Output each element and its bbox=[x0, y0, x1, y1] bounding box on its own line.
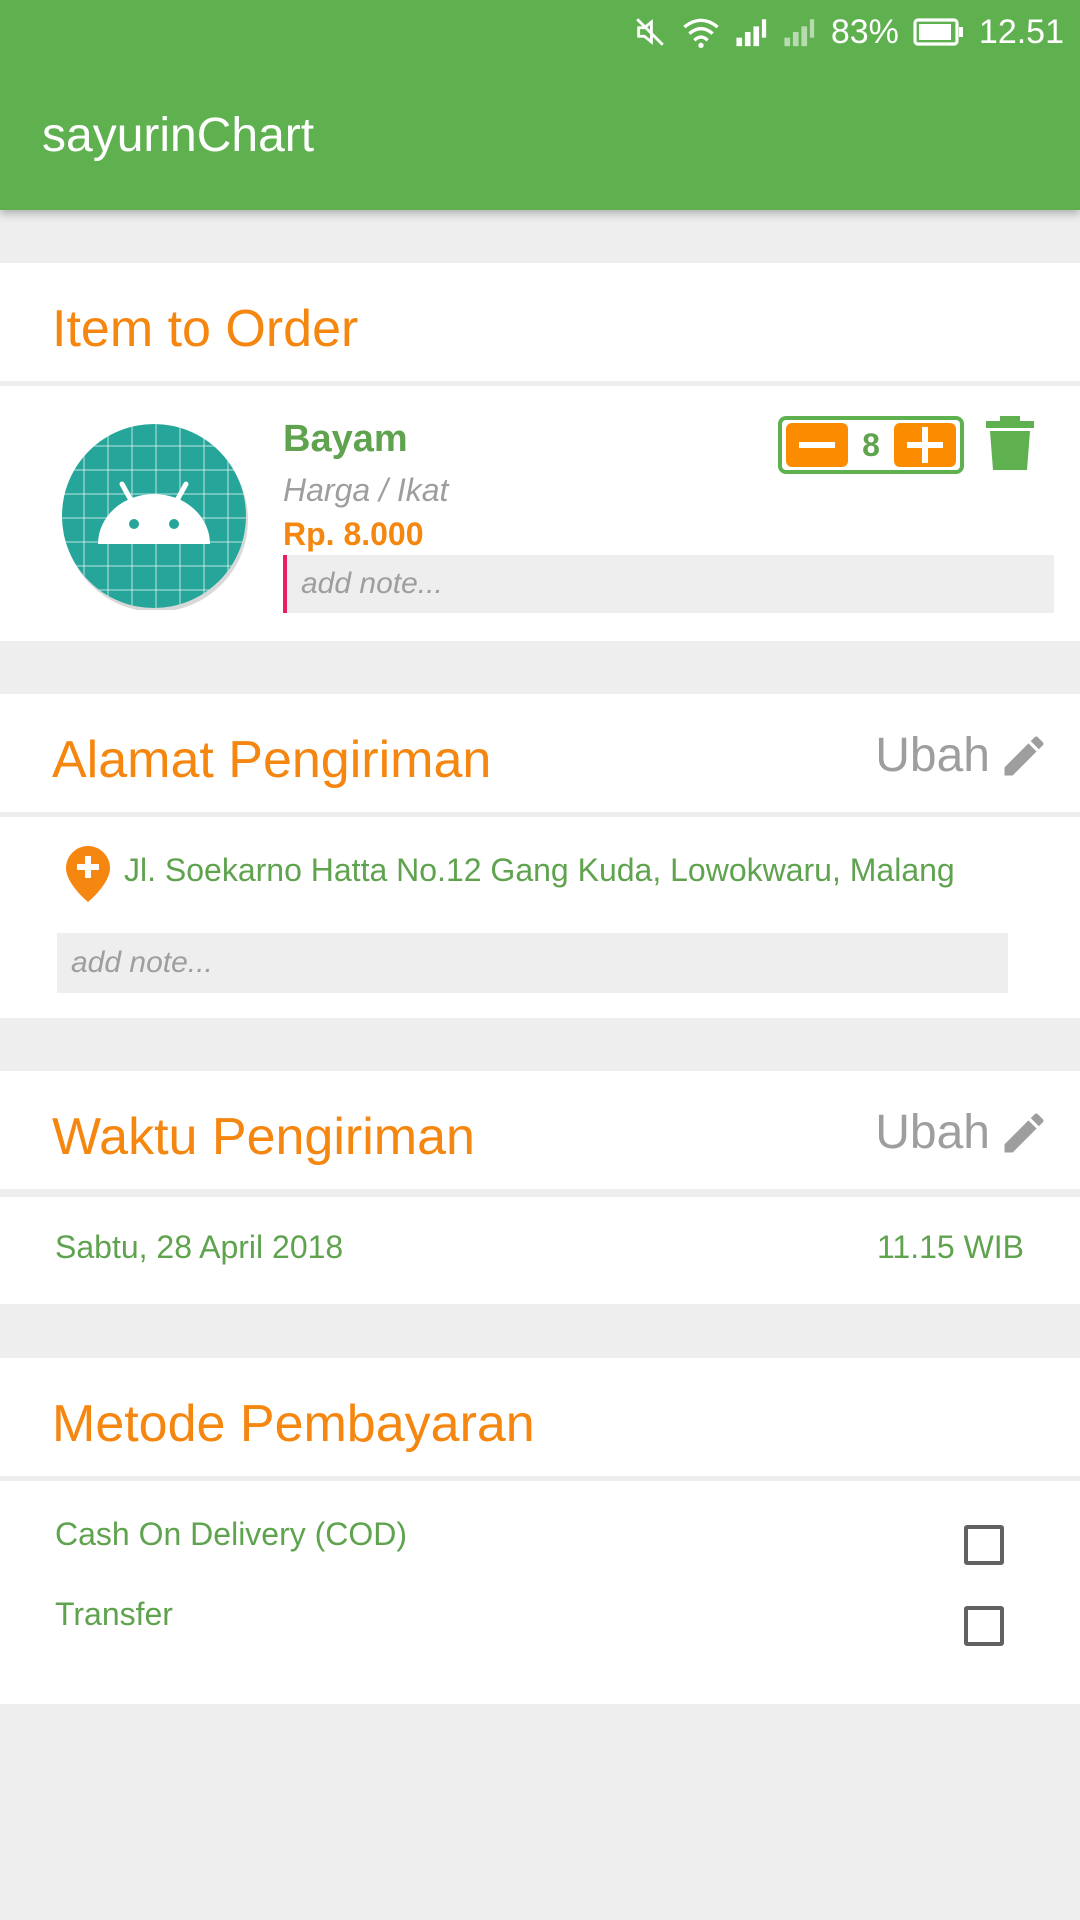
address-section: Alamat Pengiriman Ubah Jl. Soekarno Hatt… bbox=[0, 694, 1080, 1018]
edit-time-label: Ubah bbox=[875, 1106, 990, 1159]
edit-address-button[interactable]: Ubah bbox=[875, 728, 1050, 783]
payment-section-title: Metode Pembayaran bbox=[52, 1395, 535, 1453]
wifi-icon bbox=[681, 15, 721, 49]
product-image bbox=[60, 422, 248, 612]
mute-icon bbox=[633, 15, 667, 49]
item-section-title: Item to Order bbox=[52, 300, 359, 358]
item-price: Rp. 8.000 bbox=[283, 516, 424, 552]
payment-option-transfer-checkbox[interactable] bbox=[964, 1606, 1004, 1646]
delivery-address: Jl. Soekarno Hatta No.12 Gang Kuda, Lowo… bbox=[124, 852, 955, 888]
payment-option-cod-label: Cash On Delivery (COD) bbox=[55, 1516, 408, 1552]
payment-section-header: Metode Pembayaran bbox=[0, 1358, 1080, 1481]
edit-address-label: Ubah bbox=[875, 729, 990, 782]
delete-item-button[interactable] bbox=[984, 416, 1036, 472]
delivery-time-section: Waktu Pengiriman Ubah Sabtu, 28 April 20… bbox=[0, 1071, 1080, 1304]
item-name: Bayam bbox=[283, 418, 408, 460]
status-bar: 83% 12.51 bbox=[633, 10, 1064, 54]
pencil-icon bbox=[1004, 735, 1044, 775]
address-note-input[interactable] bbox=[57, 933, 1008, 993]
item-note-input[interactable] bbox=[283, 555, 1054, 613]
item-section-header: Item to Order bbox=[0, 263, 1080, 386]
trash-icon bbox=[986, 416, 1034, 470]
cart-item: Bayam Harga / Ikat Rp. 8.000 8 bbox=[0, 386, 1080, 641]
delivery-time: 11.15 WIB bbox=[876, 1229, 1024, 1265]
app-title: sayurinChart bbox=[42, 109, 315, 162]
clock: 12.51 bbox=[978, 12, 1064, 51]
payment-option-transfer-label: Transfer bbox=[55, 1596, 173, 1632]
location-pin-icon bbox=[66, 846, 110, 902]
signal-icon bbox=[735, 17, 769, 47]
pencil-icon bbox=[1004, 1112, 1044, 1152]
battery-percent: 83% bbox=[830, 12, 899, 51]
quantity-value: 8 bbox=[862, 426, 880, 463]
delivery-time-title: Waktu Pengiriman bbox=[52, 1108, 475, 1166]
payment-option-cod-checkbox[interactable] bbox=[964, 1525, 1004, 1565]
payment-section: Metode Pembayaran Cash On Delivery (COD)… bbox=[0, 1358, 1080, 1704]
item-section: Item to Order Bayam Harga / Ikat Rp. 8.0… bbox=[0, 263, 1080, 641]
battery-icon bbox=[913, 18, 965, 46]
edit-time-button[interactable]: Ubah bbox=[875, 1105, 1050, 1160]
plus-icon bbox=[906, 427, 943, 463]
item-unit: Harga / Ikat bbox=[283, 472, 449, 508]
signal-secondary-icon bbox=[783, 17, 817, 47]
delivery-date: Sabtu, 28 April 2018 bbox=[55, 1229, 344, 1265]
app-bar: 83% 12.51 sayurinChart bbox=[0, 0, 1080, 210]
quantity-stepper: 8 bbox=[778, 416, 964, 474]
address-section-header: Alamat Pengiriman Ubah bbox=[0, 694, 1080, 817]
decrease-button[interactable] bbox=[786, 423, 848, 467]
minus-icon bbox=[799, 442, 835, 448]
address-section-title: Alamat Pengiriman bbox=[52, 731, 492, 789]
increase-button[interactable] bbox=[893, 423, 956, 467]
delivery-time-header: Waktu Pengiriman Ubah bbox=[0, 1071, 1080, 1197]
